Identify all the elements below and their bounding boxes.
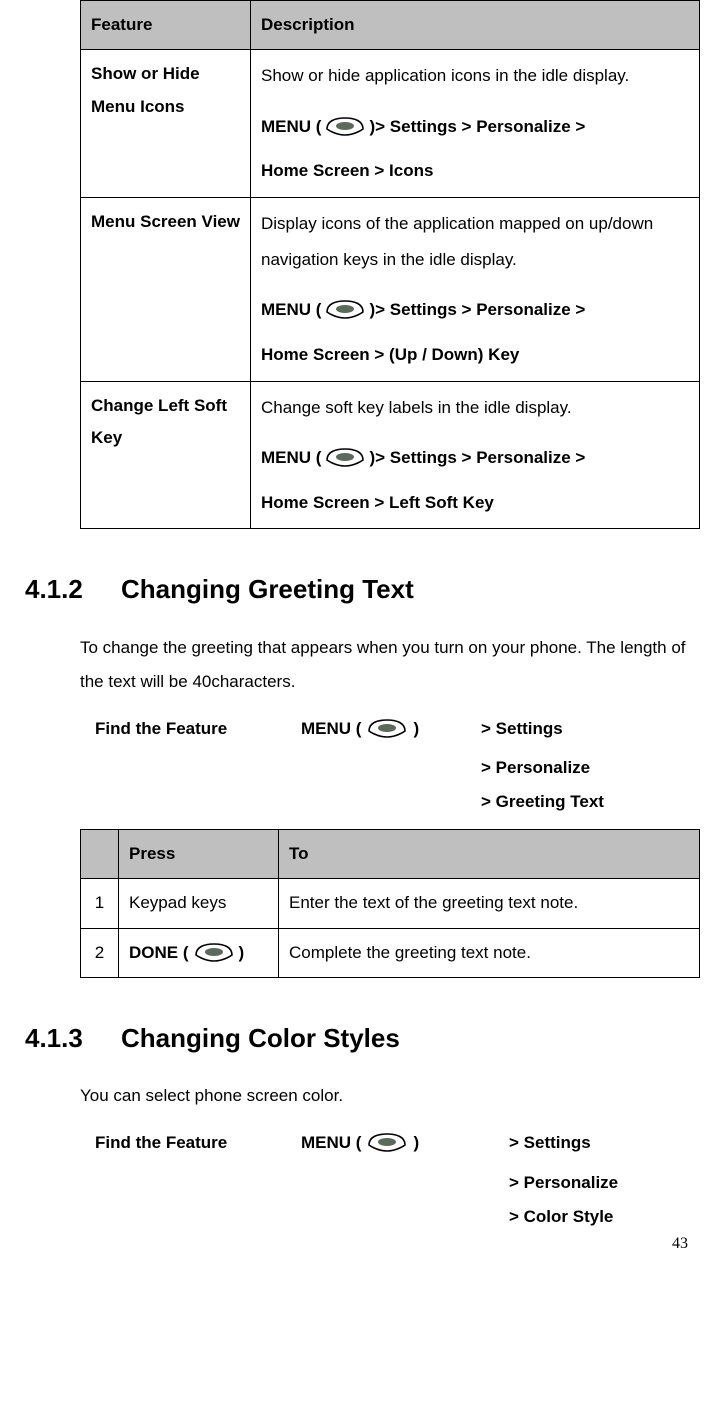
menu-label: MENU (: [301, 713, 361, 745]
section-number: 4.1.2: [25, 565, 121, 614]
nav-step: > Settings: [509, 1127, 591, 1159]
nav-steps-continued: > Personalize > Color Style: [509, 1166, 689, 1234]
press-cell: Keypad keys: [119, 879, 279, 928]
nav-path: MENU () > Settings > Personalize >: [261, 439, 689, 476]
path-segment: > Settings > Personalize >: [375, 439, 585, 476]
th-description: Description: [251, 1, 700, 50]
nav-step: > Color Style: [509, 1200, 689, 1234]
press-cell: DONE (): [119, 928, 279, 977]
menu-close: ): [413, 713, 419, 745]
find-menu: MENU (): [301, 713, 481, 745]
th-feature: Feature: [81, 1, 251, 50]
table-row: Show or Hide Menu Icons Show or hide app…: [81, 50, 700, 198]
menu-key-icon: [192, 941, 236, 965]
features-table: Feature Description Show or Hide Menu Ic…: [80, 0, 700, 529]
feature-cell: Change Left Soft Key: [81, 381, 251, 529]
menu-key-icon: [323, 446, 367, 470]
nav-steps-continued: > Personalize > Greeting Text: [481, 751, 689, 819]
menu-close: ): [413, 1127, 419, 1159]
menu-key-icon: [365, 717, 409, 741]
nav-step: > Settings: [481, 713, 563, 745]
desc-text: Show or hide application icons in the id…: [261, 58, 689, 94]
feature-cell: Menu Screen View: [81, 198, 251, 381]
path-segment: > Settings > Personalize >: [375, 291, 585, 328]
section-number: 4.1.3: [25, 1014, 121, 1063]
section-paragraph: You can select phone screen color.: [80, 1079, 689, 1113]
path-segment: Home Screen > Icons: [261, 153, 689, 189]
to-cell: Complete the greeting text note.: [279, 928, 700, 977]
section-paragraph: To change the greeting that appears when…: [80, 631, 689, 699]
desc-text: Display icons of the application mapped …: [261, 206, 689, 277]
table-row: 2 DONE () Complete the greeting text not…: [81, 928, 700, 977]
find-feature-row: Find the Feature MENU () > Settings: [95, 713, 689, 745]
done-label: DONE (: [129, 937, 189, 969]
menu-label: MENU (: [261, 439, 321, 476]
desc-text: Change soft key labels in the idle displ…: [261, 390, 689, 426]
nav-path: MENU () > Settings > Personalize >: [261, 291, 689, 328]
menu-label: MENU (: [301, 1127, 361, 1159]
path-segment: Home Screen > Left Soft Key: [261, 485, 689, 521]
th-number: [81, 829, 119, 878]
nav-path: MENU () > Settings > Personalize >: [261, 108, 689, 145]
nav-step: > Personalize: [509, 1166, 689, 1200]
menu-key-icon: [323, 298, 367, 322]
path-segment: > Settings > Personalize >: [375, 108, 585, 145]
table-row: Change Left Soft Key Change soft key lab…: [81, 381, 700, 529]
menu-key-icon: [323, 115, 367, 139]
done-close: ): [239, 937, 245, 969]
table-row: 1 Keypad keys Enter the text of the gree…: [81, 879, 700, 928]
description-cell: Change soft key labels in the idle displ…: [251, 381, 700, 529]
menu-label: MENU (: [261, 108, 321, 145]
th-to: To: [279, 829, 700, 878]
menu-key-icon: [365, 1131, 409, 1155]
section-heading: 4.1.3Changing Color Styles: [25, 1014, 689, 1063]
th-press: Press: [119, 829, 279, 878]
menu-label: MENU (: [261, 291, 321, 328]
page-number: 43: [672, 1229, 688, 1259]
description-cell: Show or hide application icons in the id…: [251, 50, 700, 198]
path-segment: Home Screen > (Up / Down) Key: [261, 337, 689, 373]
table-row: Menu Screen View Display icons of the ap…: [81, 198, 700, 381]
nav-step: > Greeting Text: [481, 785, 689, 819]
find-menu: MENU (): [301, 1127, 481, 1159]
to-cell: Enter the text of the greeting text note…: [279, 879, 700, 928]
row-number: 1: [81, 879, 119, 928]
section-title: Changing Color Styles: [121, 1023, 400, 1053]
find-label: Find the Feature: [95, 713, 301, 745]
section-heading: 4.1.2Changing Greeting Text: [25, 565, 689, 614]
description-cell: Display icons of the application mapped …: [251, 198, 700, 381]
row-number: 2: [81, 928, 119, 977]
press-to-table: Press To 1 Keypad keys Enter the text of…: [80, 829, 700, 978]
find-label: Find the Feature: [95, 1127, 301, 1159]
section-title: Changing Greeting Text: [121, 574, 414, 604]
find-feature-row: Find the Feature MENU () > Settings: [95, 1127, 689, 1159]
nav-step: > Personalize: [481, 751, 689, 785]
feature-cell: Show or Hide Menu Icons: [81, 50, 251, 198]
